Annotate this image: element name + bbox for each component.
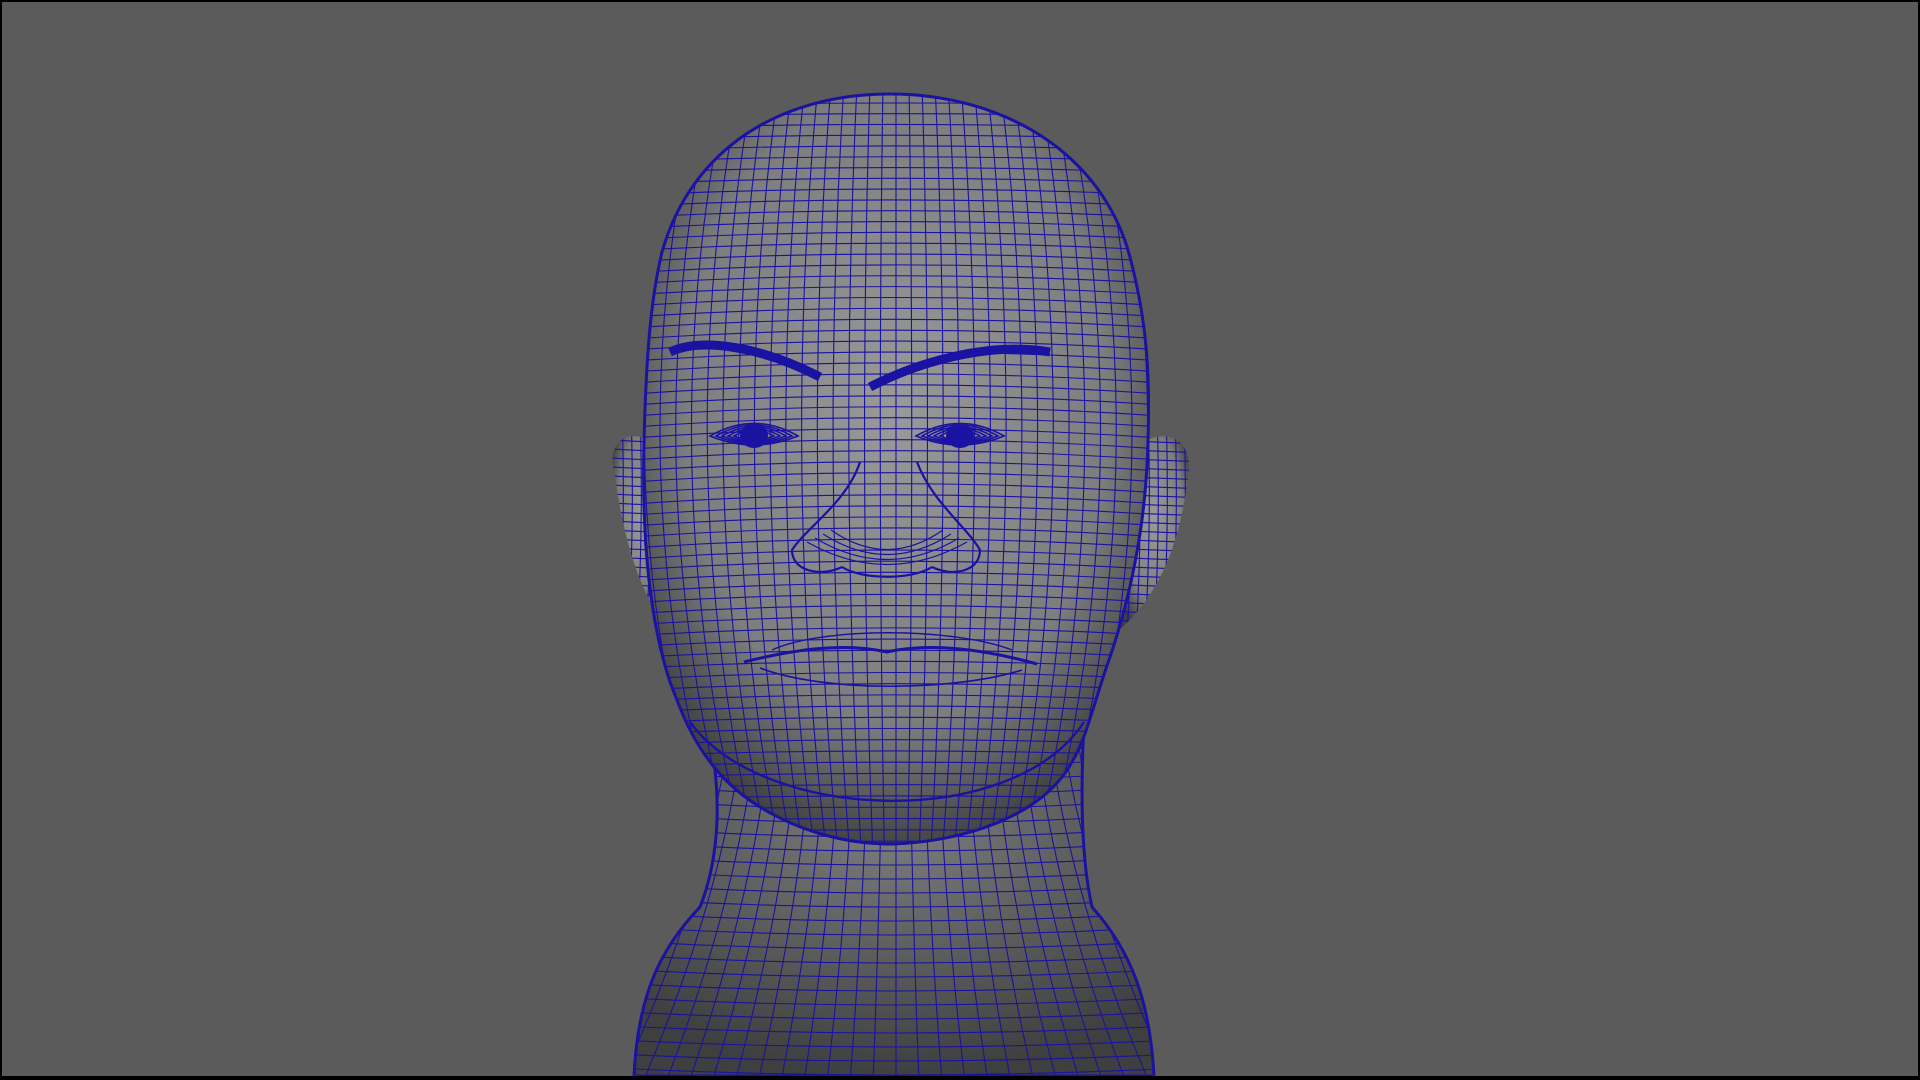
- edge-loop: [1215, 82, 1336, 862]
- edge-loop: [1204, 742, 1402, 1076]
- edge-loop: [1204, 82, 1321, 862]
- edge-loop: [1162, 742, 1333, 1076]
- eye-mesh: [946, 424, 974, 448]
- edge-loop: [1181, 82, 1289, 862]
- edge-loop: [1227, 82, 1353, 862]
- edge-loop: [471, 82, 588, 862]
- edge-loop: [503, 82, 611, 862]
- head-surface: [424, 82, 1368, 862]
- edge-loop: [487, 82, 600, 862]
- edge-loop: [518, 82, 622, 862]
- edge-loop: [436, 742, 616, 1076]
- edge-loop: [1176, 742, 1356, 1076]
- edge-loop: [1102, 638, 1207, 642]
- edge-loop: [424, 82, 554, 862]
- edge-loop: [634, 741, 645, 1076]
- edge-loop: [1190, 742, 1379, 1076]
- edge-loop: [459, 742, 630, 1076]
- head-mesh[interactable]: [2, 2, 1918, 1076]
- edge-loop: [1192, 82, 1305, 862]
- edge-loop: [1188, 436, 1189, 632]
- eye-mesh: [740, 424, 768, 448]
- edge-loop: [390, 742, 588, 1076]
- 3d-viewport[interactable]: [2, 2, 1918, 1076]
- edge-loop: [440, 82, 566, 862]
- edge-loop: [634, 741, 659, 1076]
- edge-loop: [1147, 741, 1154, 1076]
- edge-loop: [413, 742, 602, 1076]
- edge-loop: [455, 82, 576, 862]
- edge-loop: [1133, 741, 1154, 1076]
- edge-loop: [1238, 82, 1368, 862]
